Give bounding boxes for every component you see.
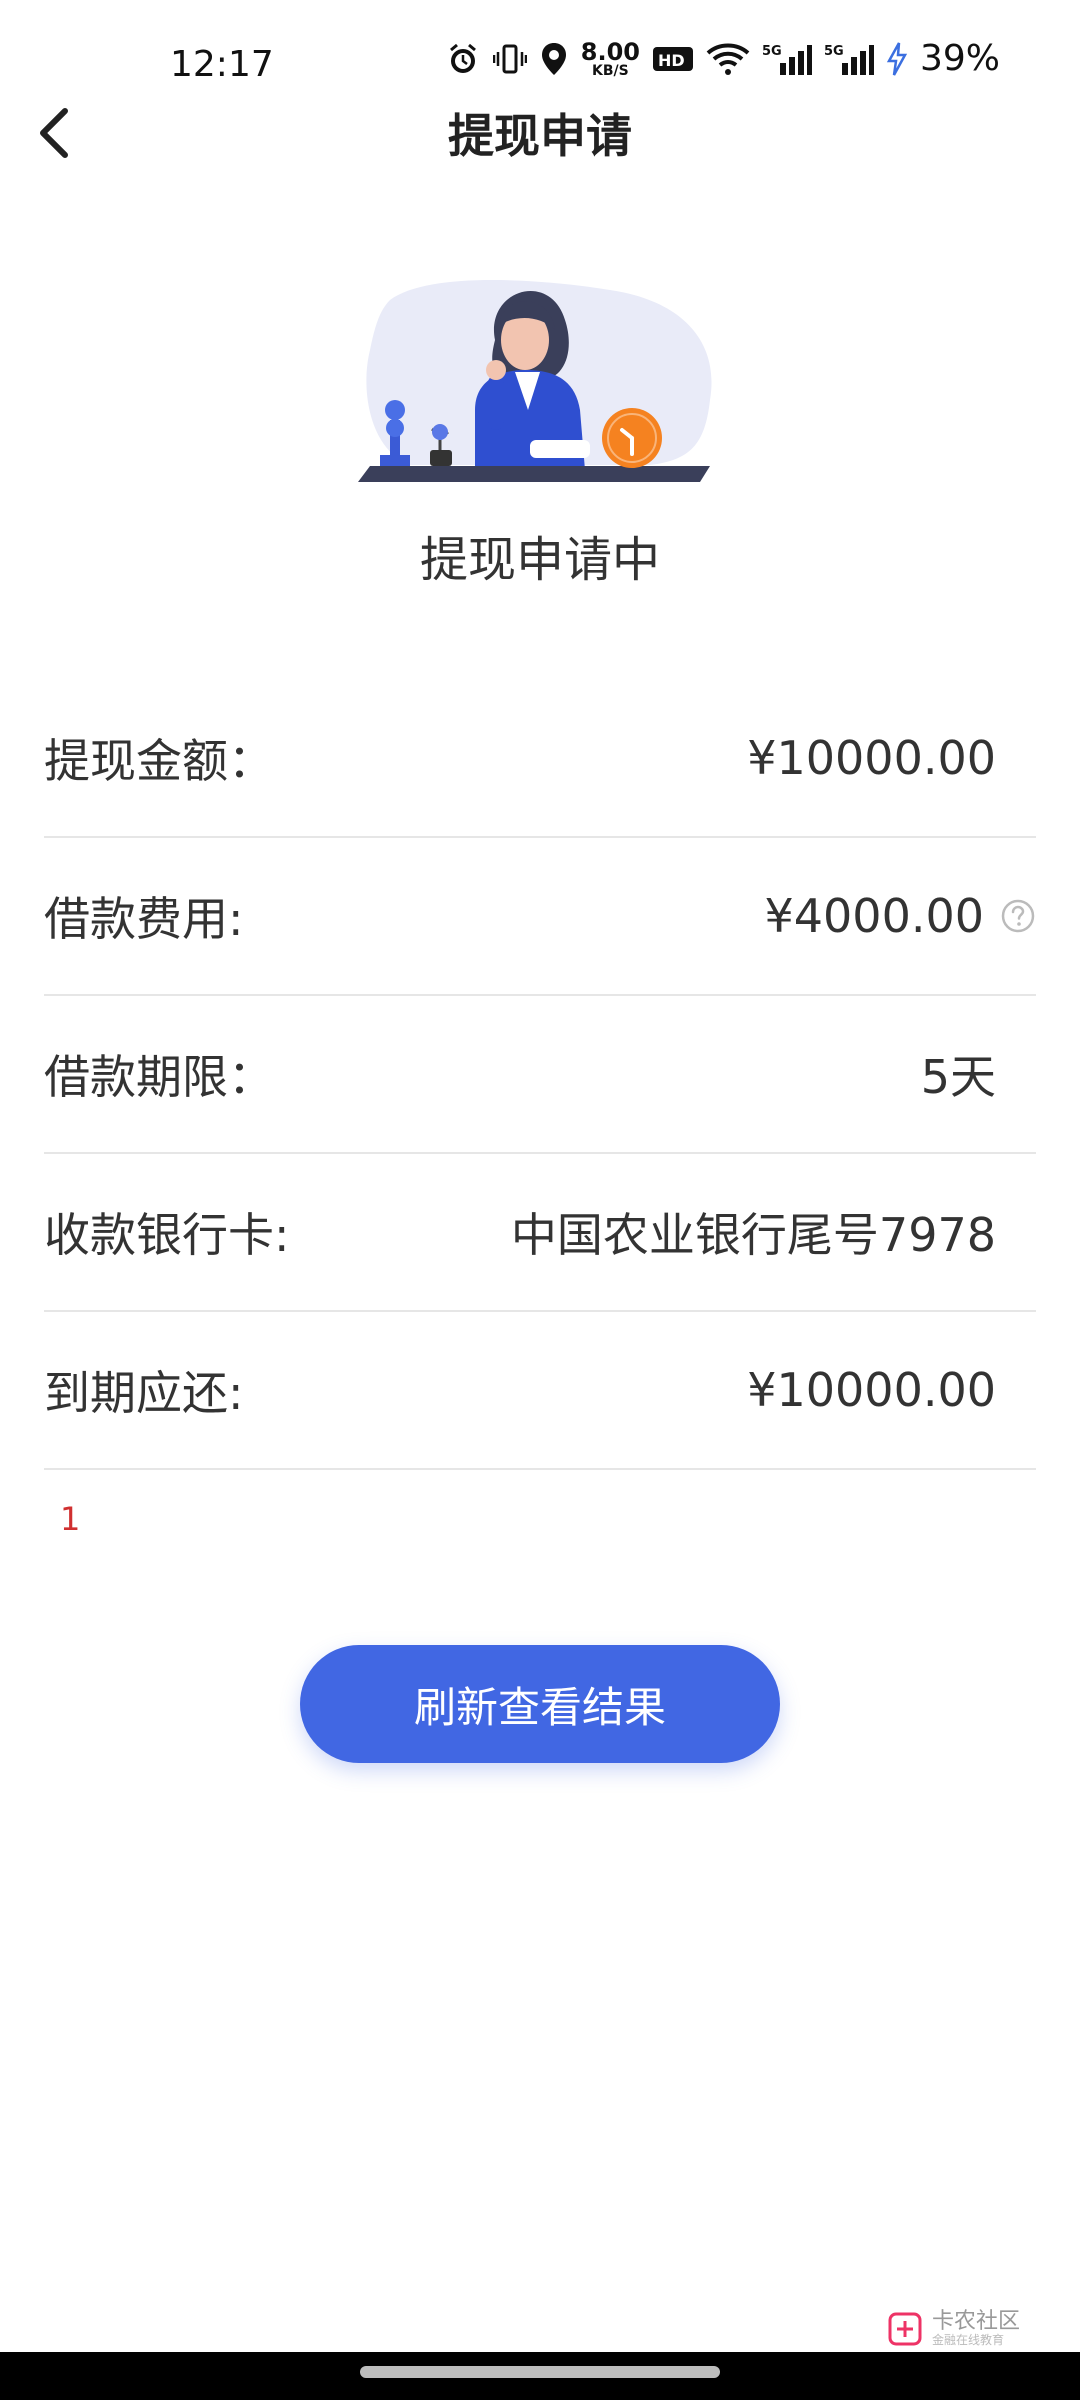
svg-text:5G: 5G (824, 44, 844, 59)
svg-text:5G: 5G (762, 44, 782, 59)
row-loan-term: 借款期限： 5天 (44, 996, 1036, 1154)
watermark: 卡农社区 金融在线教育 (888, 2309, 1020, 2348)
status-time: 12:17 (170, 44, 274, 85)
vibrate-icon (492, 41, 527, 77)
note-text: 1 (60, 1500, 81, 1538)
loan-fee-label: 借款费用: (44, 892, 244, 946)
withdraw-amount-value: ¥10000.00 (747, 731, 996, 785)
waiting-illustration (350, 270, 730, 500)
application-status: 提现申请中 (419, 532, 660, 588)
watermark-sub: 金融在线教育 (931, 2333, 1004, 2348)
row-withdraw-amount: 提现金额： ¥10000.00 (44, 680, 1036, 838)
hd-icon: HD (652, 45, 694, 73)
home-gesture-handle[interactable] (360, 2366, 720, 2378)
alarm-icon (445, 41, 481, 77)
loan-term-label: 借款期限： (44, 1050, 274, 1104)
due-amount-value: ¥10000.00 (747, 1363, 996, 1417)
bank-card-label: 收款银行卡: (44, 1208, 290, 1262)
system-nav-bar (0, 2352, 1080, 2400)
refresh-result-button[interactable]: 刷新查看结果 (300, 1645, 780, 1763)
loan-fee-value: ¥4000.00 (765, 889, 1037, 943)
help-icon[interactable] (1000, 898, 1036, 934)
withdrawal-details: 提现金额： ¥10000.00 借款费用: ¥4000.00 借款期限： 5天 … (44, 680, 1036, 1470)
row-due-amount: 到期应还: ¥10000.00 (44, 1312, 1036, 1470)
due-amount-label: 到期应还: (44, 1366, 244, 1420)
community-logo-icon (888, 2312, 922, 2346)
row-loan-fee: 借款费用: ¥4000.00 (44, 838, 1036, 996)
svg-text:HD: HD (658, 51, 685, 70)
location-icon (539, 41, 569, 77)
status-icons: 8.00 KB/S HD 5G 5G 39% (445, 38, 1000, 79)
wifi-icon (706, 41, 750, 77)
app-header: 提现申请 (0, 90, 1080, 170)
watermark-main: 卡农社区 (931, 2309, 1020, 2334)
net-speed: 8.00 KB/S (580, 37, 640, 79)
page-title: 提现申请 (448, 109, 632, 163)
charging-icon (886, 41, 908, 77)
signal-5g-icon-1: 5G (762, 41, 812, 77)
battery-level: 39% (919, 38, 1000, 79)
bank-card-value: 中国农业银行尾号7978 (510, 1208, 996, 1262)
row-bank-card: 收款银行卡: 中国农业银行尾号7978 (44, 1154, 1036, 1312)
signal-5g-icon-2: 5G (824, 41, 874, 77)
withdraw-amount-label: 提现金额： (44, 734, 274, 788)
loan-term-value: 5天 (920, 1050, 996, 1104)
